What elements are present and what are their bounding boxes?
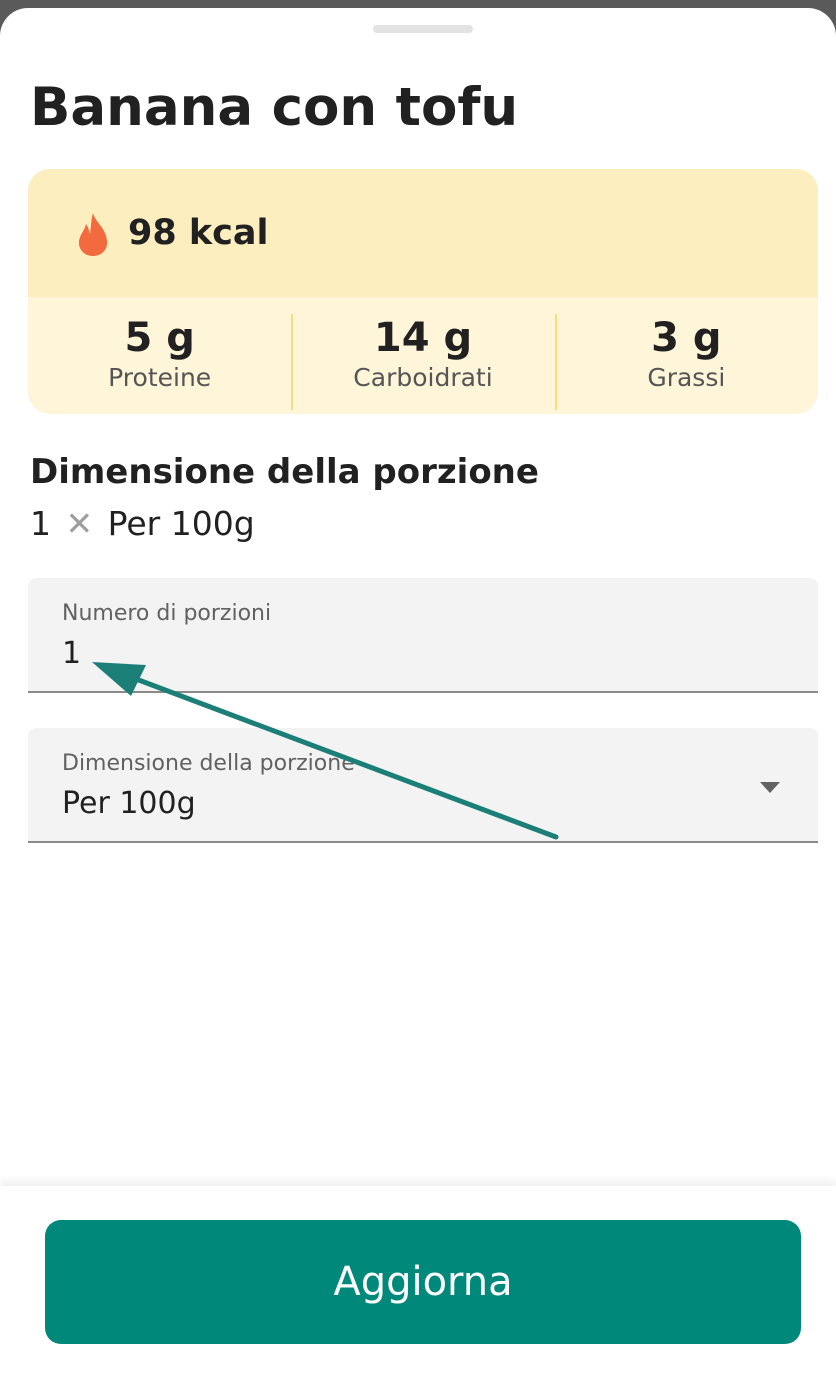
macro-fat: 3 g Grassi — [554, 297, 818, 414]
bottom-action-bar: Aggiorna — [0, 1186, 836, 1376]
calories-value: 98 kcal — [128, 213, 269, 253]
portion-heading: Dimensione della porzione — [30, 452, 539, 492]
macro-label: Carboidrati — [353, 363, 493, 392]
portion-count: 1 — [30, 504, 51, 543]
portion-size-select[interactable]: Dimensione della porzione Per 100g — [28, 728, 818, 843]
times-icon: ✕ — [65, 504, 94, 543]
servings-label: Numero di porzioni — [62, 601, 272, 626]
drag-handle[interactable] — [373, 25, 473, 33]
portion-size-value[interactable]: Per 100g — [62, 786, 196, 822]
bottom-sheet: Banana con tofu 98 kcal 5 g Proteine 14 … — [0, 8, 836, 1376]
macro-value: 14 g — [373, 315, 473, 361]
macro-value: 3 g — [651, 315, 722, 361]
macros-row: 5 g Proteine 14 g Carboidrati 3 g Grassi — [28, 297, 818, 414]
macro-carbs: 14 g Carboidrati — [291, 297, 554, 414]
portion-summary: 1 ✕ Per 100g — [30, 504, 255, 544]
dropdown-arrow-icon[interactable] — [758, 780, 782, 794]
nutrition-card: 98 kcal 5 g Proteine 14 g Carboidrati 3 … — [28, 169, 818, 414]
calories-row: 98 kcal — [28, 169, 818, 297]
macro-label: Proteine — [108, 363, 212, 392]
servings-input[interactable]: Numero di porzioni 1 — [28, 578, 818, 693]
food-title: Banana con tofu — [30, 77, 519, 138]
macro-value: 5 g — [124, 315, 195, 361]
portion-size: Per 100g — [107, 504, 255, 543]
update-button[interactable]: Aggiorna — [45, 1220, 801, 1344]
portion-size-label: Dimensione della porzione — [62, 751, 355, 776]
flame-icon — [78, 213, 108, 256]
servings-value[interactable]: 1 — [62, 636, 81, 672]
macro-protein: 5 g Proteine — [28, 297, 291, 414]
macro-label: Grassi — [647, 363, 726, 392]
